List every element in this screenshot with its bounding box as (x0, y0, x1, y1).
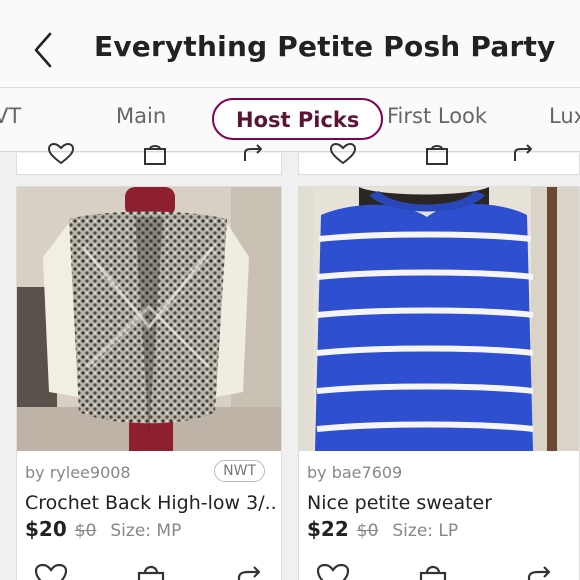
shopping-bag-icon[interactable] (415, 563, 451, 580)
nwt-badge: NWT (214, 460, 265, 482)
listing-size: Size: MP (110, 521, 182, 541)
tab-lux[interactable]: Lux (549, 104, 580, 128)
original-price: $0 (74, 521, 97, 541)
heart-icon[interactable] (315, 563, 351, 580)
price-line: $22 $0 Size: LP (307, 517, 458, 541)
listing-card[interactable]: by bae7609 Nice petite sweater $22 $0 Size… (298, 186, 580, 580)
share-icon[interactable] (521, 563, 557, 580)
shopping-bag-icon[interactable] (423, 143, 451, 165)
listing-actions (17, 563, 281, 580)
listing-title[interactable]: Nice petite sweater (307, 492, 559, 514)
share-icon[interactable] (509, 143, 537, 165)
previous-listing-actions (16, 143, 282, 175)
listing-title[interactable]: Crochet Back High-low 3/... (25, 492, 277, 514)
seller-username[interactable]: by bae7609 (307, 463, 402, 482)
heart-icon[interactable] (33, 563, 69, 580)
page-title: Everything Petite Posh Party (94, 30, 556, 63)
listing-actions (299, 563, 579, 580)
listing-photo[interactable] (299, 187, 579, 451)
tab-nwt[interactable]: VT (0, 104, 21, 128)
listing-price: $20 (25, 517, 67, 541)
crochet-sweater-image (17, 187, 281, 451)
price-line: $20 $0 Size: MP (25, 517, 181, 541)
striped-sweater-image (299, 187, 579, 451)
shopping-bag-icon[interactable] (141, 143, 169, 165)
heart-icon[interactable] (329, 143, 357, 165)
tab-first-look[interactable]: First Look (387, 104, 487, 128)
back-button[interactable] (28, 28, 64, 72)
heart-icon[interactable] (47, 143, 75, 165)
tab-bar: VT Main Host Picks First Look Lux (0, 88, 580, 152)
tab-host-picks[interactable]: Host Picks (212, 98, 384, 140)
chevron-left-icon (34, 32, 52, 68)
app-root: Everything Petite Posh Party VT Main Hos… (0, 0, 580, 580)
original-price: $0 (356, 521, 379, 541)
tab-main[interactable]: Main (116, 104, 166, 128)
share-icon[interactable] (231, 563, 267, 580)
previous-listing-actions (298, 143, 580, 175)
listing-size: Size: LP (392, 521, 459, 541)
listing-grid: by rylee9008 NWT Crochet Back High-low 3… (0, 143, 580, 580)
shopping-bag-icon[interactable] (133, 563, 169, 580)
listing-price: $22 (307, 517, 349, 541)
header-bar: Everything Petite Posh Party (0, 0, 580, 88)
listing-card[interactable]: by rylee9008 NWT Crochet Back High-low 3… (16, 186, 282, 580)
seller-username[interactable]: by rylee9008 (25, 463, 131, 482)
listing-photo[interactable] (17, 187, 281, 451)
share-icon[interactable] (239, 143, 267, 165)
